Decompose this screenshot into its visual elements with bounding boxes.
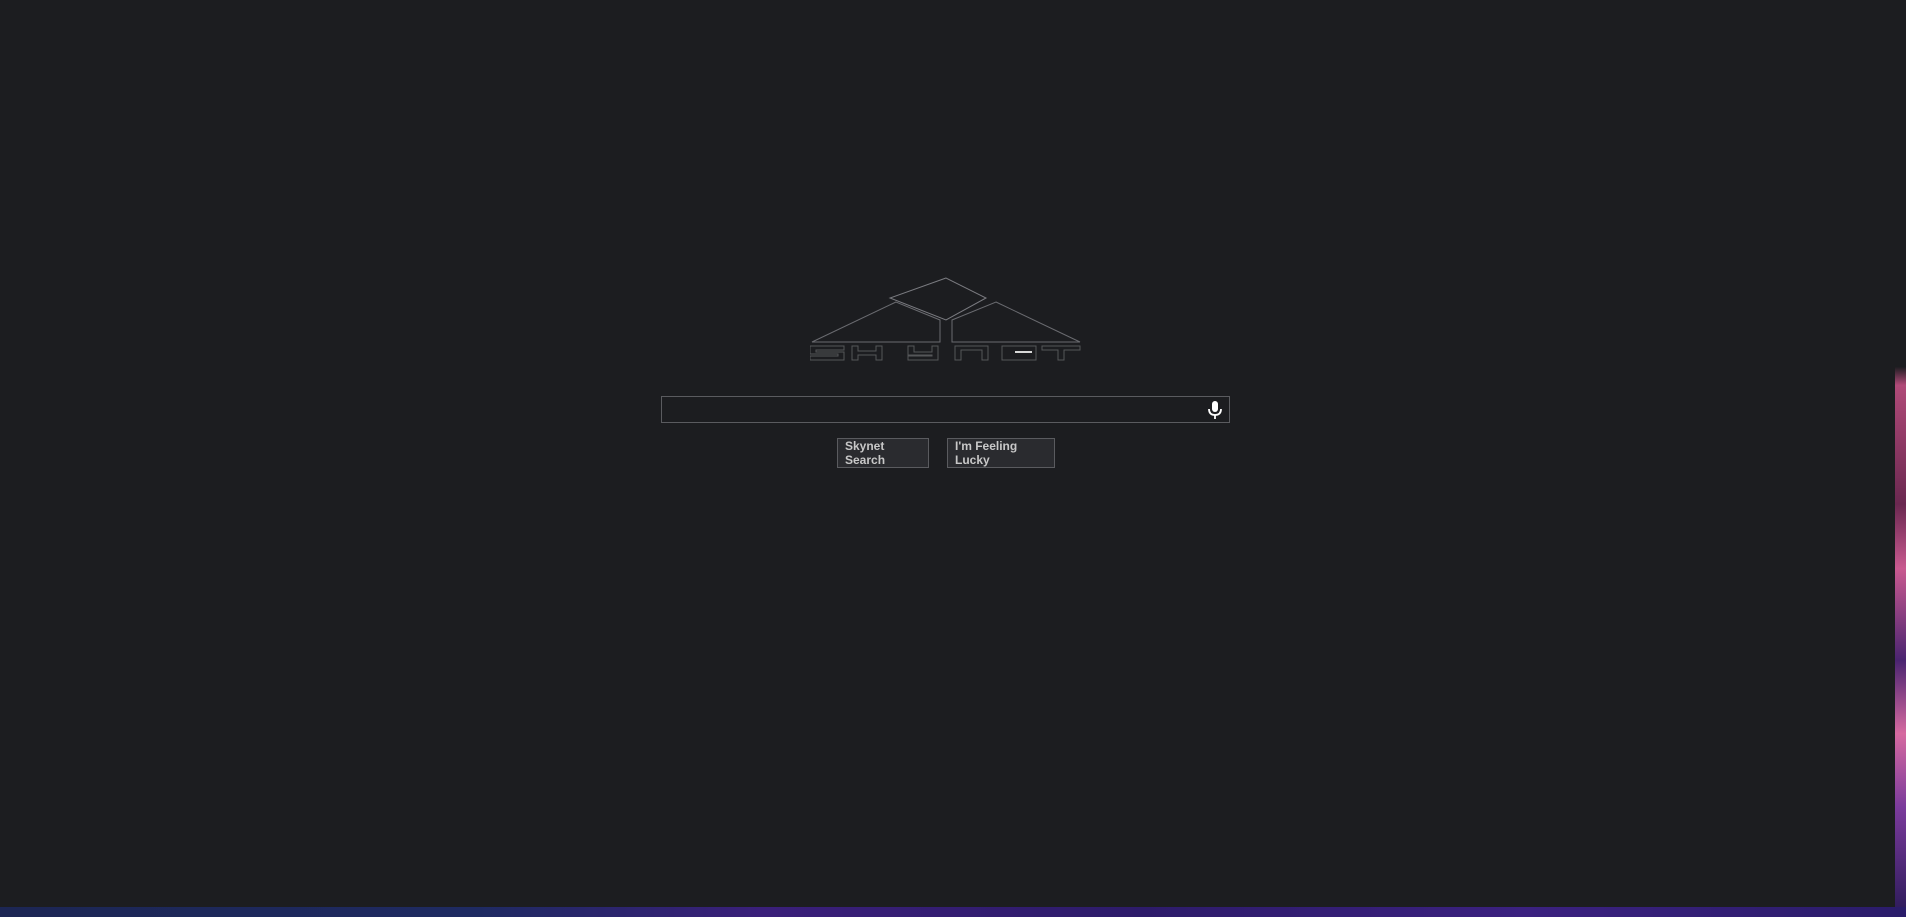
search-box[interactable] (661, 396, 1230, 423)
microphone-icon[interactable] (1206, 400, 1224, 420)
feeling-lucky-button[interactable]: I'm Feeling Lucky (947, 438, 1055, 468)
desktop-wallpaper-bottom (0, 907, 1906, 917)
search-page: Skynet Search I'm Feeling Lucky (0, 0, 1895, 907)
screen: Skynet Search I'm Feeling Lucky (0, 0, 1906, 917)
skynet-search-button[interactable]: Skynet Search (837, 438, 929, 468)
skynet-logo (810, 276, 1082, 364)
search-buttons: Skynet Search I'm Feeling Lucky (837, 438, 1055, 468)
search-input[interactable] (666, 400, 1200, 421)
desktop-wallpaper (1895, 0, 1906, 917)
